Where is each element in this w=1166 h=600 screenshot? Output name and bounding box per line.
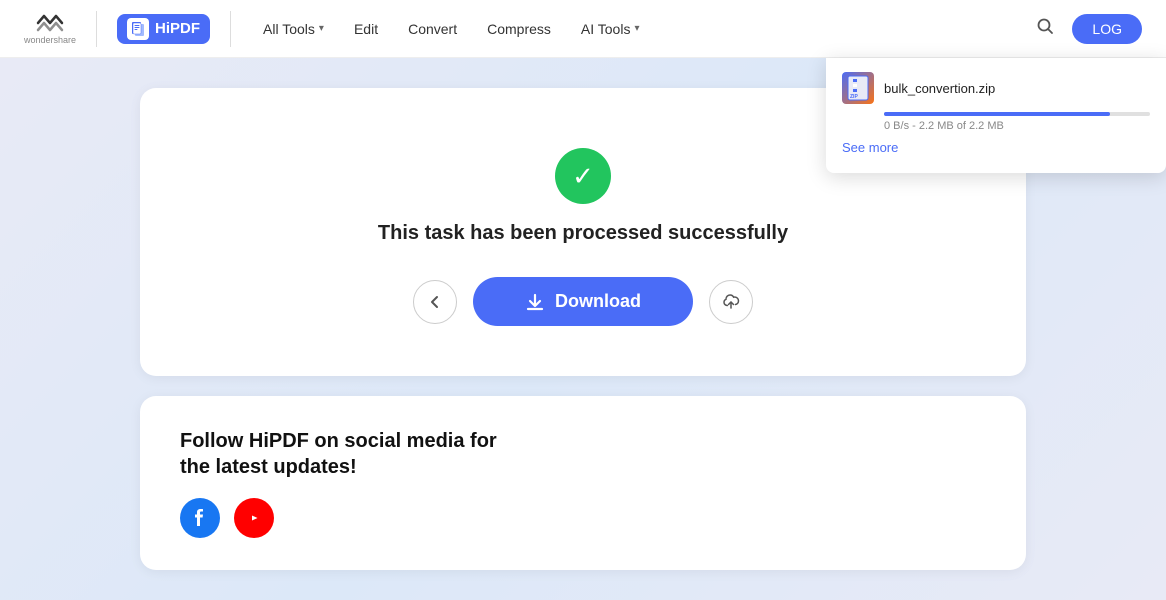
ai-tools-chevron-icon: ▾ <box>634 23 639 34</box>
popup-file-item: ZIP bulk_convertion.zip <box>842 72 1150 104</box>
progress-bar-fill <box>884 112 1110 116</box>
search-button[interactable] <box>1030 11 1060 46</box>
main-content: ✓ This task has been processed successfu… <box>0 58 1166 600</box>
nav-compress[interactable]: Compress <box>475 15 563 43</box>
hipdf-logo[interactable]: HiPDF <box>117 14 210 44</box>
nav-all-tools[interactable]: All Tools ▾ <box>251 15 336 43</box>
social-card: Follow HiPDF on social media for the lat… <box>140 396 1026 570</box>
download-icon <box>525 292 545 312</box>
youtube-icon-button[interactable] <box>234 498 274 538</box>
facebook-icon <box>190 508 210 528</box>
header: wondershare HiPDF All Tools ▾ Edit <box>0 0 1166 58</box>
hipdf-label: HiPDF <box>155 20 200 37</box>
svg-text:ZIP: ZIP <box>850 94 858 100</box>
social-title: Follow HiPDF on social media for the lat… <box>180 428 520 480</box>
wondershare-icon <box>34 12 66 34</box>
all-tools-chevron-icon: ▾ <box>319 23 324 34</box>
login-button[interactable]: LOG <box>1072 14 1142 44</box>
back-arrow-icon <box>427 294 443 310</box>
popup-progress-area: 0 B/s - 2.2 MB of 2.2 MB <box>884 112 1150 132</box>
upload-cloud-button[interactable] <box>709 280 753 324</box>
hipdf-app-icon <box>127 18 149 40</box>
nav-ai-tools[interactable]: AI Tools ▾ <box>569 15 652 43</box>
popup-file-name: bulk_convertion.zip <box>884 81 1150 96</box>
divider <box>96 11 97 47</box>
facebook-icon-button[interactable] <box>180 498 220 538</box>
see-more-link[interactable]: See more <box>842 140 898 155</box>
download-button[interactable]: Download <box>473 277 693 326</box>
search-icon <box>1036 17 1054 35</box>
nav-edit[interactable]: Edit <box>342 15 390 43</box>
social-icons-row <box>180 498 986 538</box>
download-popup: ZIP bulk_convertion.zip 0 B/s - 2.2 MB o… <box>826 58 1166 173</box>
wondershare-logo: wondershare <box>24 12 76 45</box>
action-row: Download <box>180 277 986 326</box>
success-message: This task has been processed successfull… <box>180 222 986 245</box>
checkmark-icon: ✓ <box>572 163 594 189</box>
upload-cloud-icon <box>722 293 740 311</box>
zip-file-icon: ZIP <box>847 75 869 101</box>
success-icon-circle: ✓ <box>555 148 611 204</box>
main-nav: All Tools ▾ Edit Convert Compress AI Too… <box>251 11 1060 46</box>
nav-convert[interactable]: Convert <box>396 15 469 43</box>
popup-file-icon: ZIP <box>842 72 874 104</box>
progress-bar-bg <box>884 112 1150 116</box>
youtube-icon <box>244 508 264 528</box>
wondershare-text-label: wondershare <box>24 35 76 45</box>
popup-progress-text: 0 B/s - 2.2 MB of 2.2 MB <box>884 120 1150 132</box>
hipdf-icon-svg <box>130 21 146 37</box>
logo-area: wondershare HiPDF <box>24 11 231 47</box>
back-button[interactable] <box>413 280 457 324</box>
